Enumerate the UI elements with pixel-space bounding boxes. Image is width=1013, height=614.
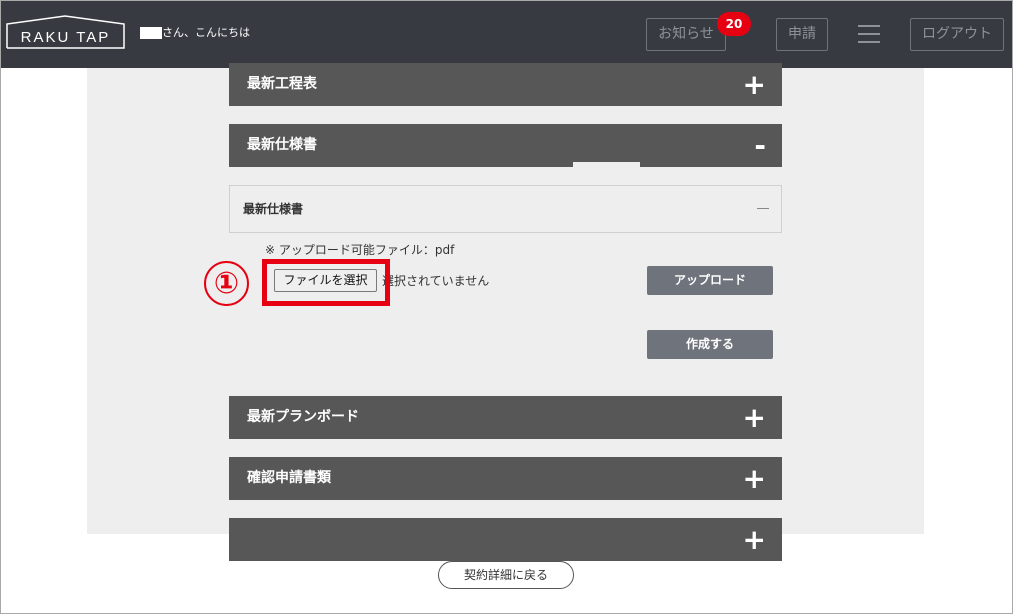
section-title: 確認申請書類 xyxy=(247,470,331,486)
hamburger-menu-icon[interactable] xyxy=(858,25,880,43)
section-notch xyxy=(573,162,640,167)
file-status-text: 選択されていません xyxy=(382,274,490,288)
highlight-annotation-box xyxy=(262,259,390,306)
collapse-minus-icon[interactable]: - xyxy=(754,124,766,167)
user-name-masked xyxy=(140,27,162,39)
expand-plus-icon[interactable]: + xyxy=(743,518,766,561)
news-count-badge: 20 xyxy=(717,12,751,36)
sub-panel-title: 最新仕様書 xyxy=(243,202,304,216)
section-title: 最新仕様書 xyxy=(247,137,317,153)
upload-file-note: ※ アップロード可能ファイル：pdf xyxy=(265,243,455,257)
section-title: 最新プランボード xyxy=(247,409,359,425)
raku-tap-logo[interactable]: RAKU TAP xyxy=(6,15,125,49)
expand-plus-icon[interactable]: + xyxy=(743,63,766,106)
section-confirm-docs[interactable]: 確認申請書類 + xyxy=(229,457,782,500)
logo-text: RAKU TAP xyxy=(20,29,111,46)
logout-button[interactable]: ログアウト xyxy=(910,18,1004,51)
expand-plus-icon[interactable]: + xyxy=(743,396,766,439)
upload-button[interactable]: アップロード xyxy=(647,266,773,295)
step-number-badge: ① xyxy=(204,261,249,306)
apply-button[interactable]: 申請 xyxy=(776,18,828,51)
news-button[interactable]: お知らせ xyxy=(646,18,726,51)
create-button[interactable]: 作成する xyxy=(647,330,773,359)
page-frame: RAKU TAP さん、こんにちは お知らせ 20 申請 ログアウト 最新工程表… xyxy=(0,0,1013,614)
spec-sub-panel[interactable]: 最新仕様書 xyxy=(229,185,782,233)
greeting-text: さん、こんにちは xyxy=(162,26,250,39)
section-spec[interactable]: 最新仕様書 - xyxy=(229,124,782,167)
section-title: 最新工程表 xyxy=(247,76,317,92)
top-header: RAKU TAP さん、こんにちは お知らせ 20 申請 ログアウト xyxy=(1,1,1012,68)
section-planboard[interactable]: 最新プランボード + xyxy=(229,396,782,439)
expand-plus-icon[interactable]: + xyxy=(743,457,766,500)
collapse-minus-icon[interactable] xyxy=(757,208,769,209)
section-schedule[interactable]: 最新工程表 + xyxy=(229,63,782,106)
back-to-contract-button[interactable]: 契約詳細に戻る xyxy=(438,561,574,589)
section-cut-off[interactable]: + xyxy=(229,518,782,561)
